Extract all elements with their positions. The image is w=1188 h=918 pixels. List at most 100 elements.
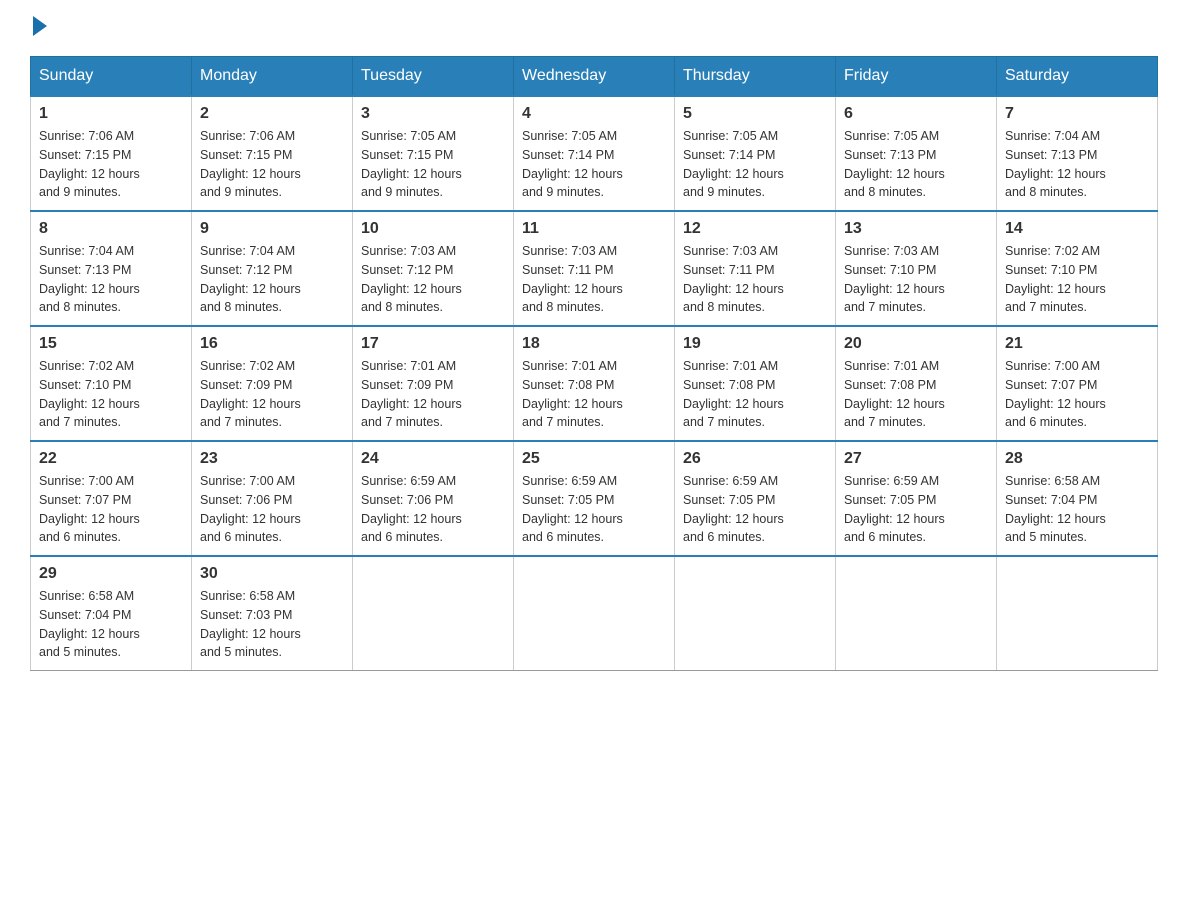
day-number: 16 [200, 335, 344, 353]
day-number: 4 [522, 105, 666, 123]
day-number: 17 [361, 335, 505, 353]
week-row-2: 8 Sunrise: 7:04 AM Sunset: 7:13 PM Dayli… [31, 211, 1158, 326]
day-info: Sunrise: 7:06 AM Sunset: 7:15 PM Dayligh… [200, 127, 344, 202]
page-header [30, 20, 1158, 36]
day-info: Sunrise: 7:02 AM Sunset: 7:10 PM Dayligh… [39, 357, 183, 432]
calendar-cell [836, 556, 997, 671]
calendar-cell: 26 Sunrise: 6:59 AM Sunset: 7:05 PM Dayl… [675, 441, 836, 556]
day-number: 25 [522, 450, 666, 468]
calendar-cell: 28 Sunrise: 6:58 AM Sunset: 7:04 PM Dayl… [997, 441, 1158, 556]
calendar-header-row: SundayMondayTuesdayWednesdayThursdayFrid… [31, 57, 1158, 97]
calendar-cell: 8 Sunrise: 7:04 AM Sunset: 7:13 PM Dayli… [31, 211, 192, 326]
calendar-cell: 17 Sunrise: 7:01 AM Sunset: 7:09 PM Dayl… [353, 326, 514, 441]
calendar-cell [675, 556, 836, 671]
day-number: 27 [844, 450, 988, 468]
calendar-cell: 25 Sunrise: 6:59 AM Sunset: 7:05 PM Dayl… [514, 441, 675, 556]
day-number: 23 [200, 450, 344, 468]
logo-blue-part [30, 20, 47, 36]
day-info: Sunrise: 7:05 AM Sunset: 7:13 PM Dayligh… [844, 127, 988, 202]
calendar-cell: 10 Sunrise: 7:03 AM Sunset: 7:12 PM Dayl… [353, 211, 514, 326]
day-number: 20 [844, 335, 988, 353]
day-header-friday: Friday [836, 57, 997, 97]
day-number: 18 [522, 335, 666, 353]
calendar-cell: 4 Sunrise: 7:05 AM Sunset: 7:14 PM Dayli… [514, 96, 675, 211]
day-info: Sunrise: 7:03 AM Sunset: 7:11 PM Dayligh… [683, 242, 827, 317]
calendar-cell: 18 Sunrise: 7:01 AM Sunset: 7:08 PM Dayl… [514, 326, 675, 441]
day-header-saturday: Saturday [997, 57, 1158, 97]
week-row-1: 1 Sunrise: 7:06 AM Sunset: 7:15 PM Dayli… [31, 96, 1158, 211]
calendar-cell: 11 Sunrise: 7:03 AM Sunset: 7:11 PM Dayl… [514, 211, 675, 326]
day-number: 11 [522, 220, 666, 238]
day-number: 28 [1005, 450, 1149, 468]
calendar-cell: 23 Sunrise: 7:00 AM Sunset: 7:06 PM Dayl… [192, 441, 353, 556]
logo-arrow-icon [33, 16, 47, 36]
calendar-cell: 3 Sunrise: 7:05 AM Sunset: 7:15 PM Dayli… [353, 96, 514, 211]
calendar-cell: 29 Sunrise: 6:58 AM Sunset: 7:04 PM Dayl… [31, 556, 192, 671]
calendar-cell: 7 Sunrise: 7:04 AM Sunset: 7:13 PM Dayli… [997, 96, 1158, 211]
day-number: 7 [1005, 105, 1149, 123]
day-info: Sunrise: 7:03 AM Sunset: 7:12 PM Dayligh… [361, 242, 505, 317]
day-info: Sunrise: 7:00 AM Sunset: 7:06 PM Dayligh… [200, 472, 344, 547]
day-info: Sunrise: 7:05 AM Sunset: 7:14 PM Dayligh… [683, 127, 827, 202]
day-number: 8 [39, 220, 183, 238]
calendar-cell: 21 Sunrise: 7:00 AM Sunset: 7:07 PM Dayl… [997, 326, 1158, 441]
calendar-cell: 14 Sunrise: 7:02 AM Sunset: 7:10 PM Dayl… [997, 211, 1158, 326]
calendar-cell: 15 Sunrise: 7:02 AM Sunset: 7:10 PM Dayl… [31, 326, 192, 441]
day-info: Sunrise: 7:00 AM Sunset: 7:07 PM Dayligh… [39, 472, 183, 547]
day-info: Sunrise: 7:04 AM Sunset: 7:12 PM Dayligh… [200, 242, 344, 317]
day-header-wednesday: Wednesday [514, 57, 675, 97]
day-number: 10 [361, 220, 505, 238]
day-header-sunday: Sunday [31, 57, 192, 97]
day-number: 30 [200, 565, 344, 583]
day-number: 5 [683, 105, 827, 123]
day-info: Sunrise: 7:01 AM Sunset: 7:08 PM Dayligh… [683, 357, 827, 432]
day-number: 12 [683, 220, 827, 238]
day-number: 1 [39, 105, 183, 123]
day-number: 21 [1005, 335, 1149, 353]
day-number: 29 [39, 565, 183, 583]
day-info: Sunrise: 7:01 AM Sunset: 7:08 PM Dayligh… [844, 357, 988, 432]
day-number: 19 [683, 335, 827, 353]
calendar-table: SundayMondayTuesdayWednesdayThursdayFrid… [30, 56, 1158, 671]
day-number: 3 [361, 105, 505, 123]
day-info: Sunrise: 7:02 AM Sunset: 7:09 PM Dayligh… [200, 357, 344, 432]
calendar-cell: 1 Sunrise: 7:06 AM Sunset: 7:15 PM Dayli… [31, 96, 192, 211]
calendar-cell [353, 556, 514, 671]
day-header-monday: Monday [192, 57, 353, 97]
day-info: Sunrise: 7:06 AM Sunset: 7:15 PM Dayligh… [39, 127, 183, 202]
day-header-tuesday: Tuesday [353, 57, 514, 97]
calendar-cell: 2 Sunrise: 7:06 AM Sunset: 7:15 PM Dayli… [192, 96, 353, 211]
week-row-4: 22 Sunrise: 7:00 AM Sunset: 7:07 PM Dayl… [31, 441, 1158, 556]
day-info: Sunrise: 6:59 AM Sunset: 7:05 PM Dayligh… [844, 472, 988, 547]
calendar-cell: 6 Sunrise: 7:05 AM Sunset: 7:13 PM Dayli… [836, 96, 997, 211]
day-number: 2 [200, 105, 344, 123]
day-number: 15 [39, 335, 183, 353]
calendar-cell: 22 Sunrise: 7:00 AM Sunset: 7:07 PM Dayl… [31, 441, 192, 556]
calendar-cell: 30 Sunrise: 6:58 AM Sunset: 7:03 PM Dayl… [192, 556, 353, 671]
day-info: Sunrise: 6:58 AM Sunset: 7:04 PM Dayligh… [39, 587, 183, 662]
calendar-cell: 20 Sunrise: 7:01 AM Sunset: 7:08 PM Dayl… [836, 326, 997, 441]
day-info: Sunrise: 7:03 AM Sunset: 7:10 PM Dayligh… [844, 242, 988, 317]
calendar-cell [514, 556, 675, 671]
calendar-cell: 19 Sunrise: 7:01 AM Sunset: 7:08 PM Dayl… [675, 326, 836, 441]
calendar-cell: 16 Sunrise: 7:02 AM Sunset: 7:09 PM Dayl… [192, 326, 353, 441]
day-info: Sunrise: 6:59 AM Sunset: 7:05 PM Dayligh… [683, 472, 827, 547]
day-info: Sunrise: 7:02 AM Sunset: 7:10 PM Dayligh… [1005, 242, 1149, 317]
day-header-thursday: Thursday [675, 57, 836, 97]
calendar-cell: 24 Sunrise: 6:59 AM Sunset: 7:06 PM Dayl… [353, 441, 514, 556]
week-row-5: 29 Sunrise: 6:58 AM Sunset: 7:04 PM Dayl… [31, 556, 1158, 671]
day-number: 9 [200, 220, 344, 238]
day-number: 14 [1005, 220, 1149, 238]
day-info: Sunrise: 6:59 AM Sunset: 7:06 PM Dayligh… [361, 472, 505, 547]
day-info: Sunrise: 7:03 AM Sunset: 7:11 PM Dayligh… [522, 242, 666, 317]
week-row-3: 15 Sunrise: 7:02 AM Sunset: 7:10 PM Dayl… [31, 326, 1158, 441]
calendar-cell [997, 556, 1158, 671]
day-number: 26 [683, 450, 827, 468]
day-info: Sunrise: 7:00 AM Sunset: 7:07 PM Dayligh… [1005, 357, 1149, 432]
day-info: Sunrise: 7:01 AM Sunset: 7:09 PM Dayligh… [361, 357, 505, 432]
day-info: Sunrise: 7:04 AM Sunset: 7:13 PM Dayligh… [1005, 127, 1149, 202]
calendar-cell: 12 Sunrise: 7:03 AM Sunset: 7:11 PM Dayl… [675, 211, 836, 326]
logo [30, 20, 47, 36]
day-number: 6 [844, 105, 988, 123]
day-number: 22 [39, 450, 183, 468]
